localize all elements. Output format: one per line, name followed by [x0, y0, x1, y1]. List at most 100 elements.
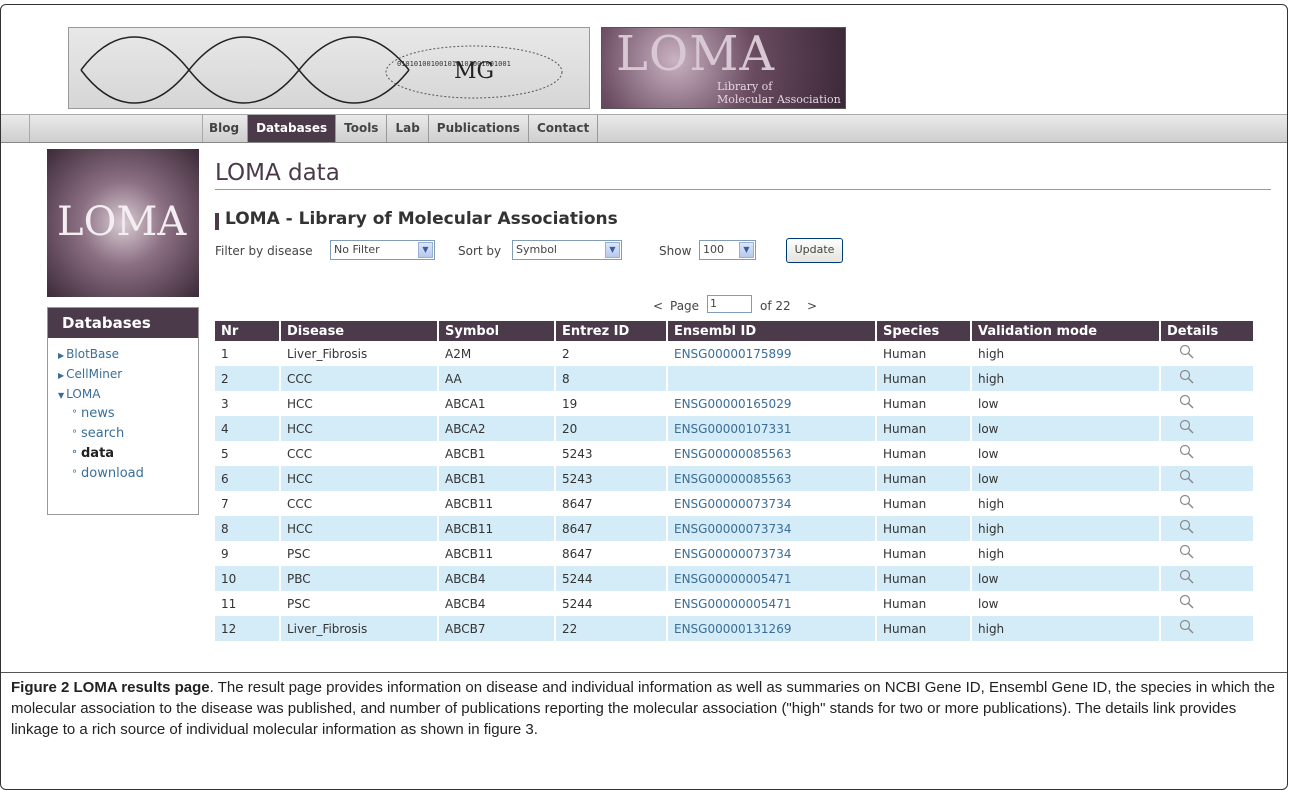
cell-disease: HCC [280, 416, 439, 441]
pager-prev-link[interactable]: < [653, 299, 663, 313]
sidebar-subitem-label: download [81, 466, 144, 481]
sidebar-subitem-download[interactable]: ° download [72, 464, 198, 484]
bullet-icon: ° [72, 429, 77, 440]
cell-nr: 6 [215, 466, 281, 491]
sidebar-item-label: LOMA [66, 387, 101, 401]
chevron-down-icon: ▼ [605, 242, 620, 258]
cell-ensembl-id[interactable]: ENSG00000005471 [667, 566, 877, 591]
caption-label: Figure 2 LOMA results page [11, 679, 210, 696]
cell-ensembl-id[interactable]: ENSG00000073734 [667, 541, 877, 566]
cell-species: Human [876, 341, 972, 366]
cell-ensembl-id[interactable]: ENSG00000165029 [667, 391, 877, 416]
cell-nr: 7 [215, 491, 281, 516]
nav-tab-contact[interactable]: Contact [529, 115, 599, 142]
sidebar-item-cellminer[interactable]: ▶ CellMiner [58, 366, 198, 384]
cell-symbol: ABCA1 [438, 391, 556, 416]
magnifier-icon[interactable] [1179, 519, 1195, 535]
cell-species: Human [876, 466, 972, 491]
cell-details [1160, 466, 1255, 491]
cell-ensembl-id[interactable]: ENSG00000107331 [667, 416, 877, 441]
nav-tab-lab[interactable]: Lab [387, 115, 429, 142]
table-row: 1 Liver_Fibrosis A2M 2 ENSG00000175899 Human h… [215, 341, 1255, 366]
filter-disease-select[interactable]: No Filter ▼ [330, 240, 435, 260]
cell-nr: 9 [215, 541, 281, 566]
results-table: Nr Disease Symbol Entrez ID Ensembl ID S… [215, 321, 1255, 641]
cell-symbol: ABCB11 [438, 516, 556, 541]
cell-validation-mode: high [971, 516, 1161, 541]
nav-tab-tools[interactable]: Tools [336, 115, 388, 142]
magnifier-icon[interactable] [1179, 569, 1195, 585]
sidebar-loma-logo: LOMA [47, 149, 199, 297]
column-header-symbol[interactable]: Symbol [438, 321, 556, 341]
cell-symbol: ABCB11 [438, 541, 556, 566]
sidebar-logo-text: LOMA [57, 199, 187, 245]
cell-ensembl-id[interactable]: ENSG00000085563 [667, 466, 877, 491]
magnifier-icon[interactable] [1179, 419, 1195, 435]
show-count-select[interactable]: 100 ▼ [699, 240, 756, 260]
cell-ensembl-id[interactable]: ENSG00000073734 [667, 516, 877, 541]
sidebar-item-label: CellMiner [66, 367, 123, 381]
column-header-disease[interactable]: Disease [280, 321, 439, 341]
table-row: 6 HCC ABCB1 5243 ENSG00000085563 Human low [215, 466, 1255, 491]
nav-tab-publications[interactable]: Publications [429, 115, 529, 142]
pager-page-input[interactable]: 1 [707, 295, 752, 313]
table-row: 9 PSC ABCB11 8647 ENSG00000073734 Human high [215, 541, 1255, 566]
column-header-details: Details [1160, 321, 1255, 341]
bullet-icon: ° [72, 409, 77, 420]
nav-tab-databases[interactable]: Databases [248, 115, 337, 142]
subtitle-accent-bar [215, 213, 219, 230]
cell-ensembl-id[interactable]: ENSG00000175899 [667, 341, 877, 366]
cell-entrez-id: 5243 [555, 466, 668, 491]
magnifier-icon[interactable] [1179, 369, 1195, 385]
cell-details [1160, 541, 1255, 566]
column-header-nr[interactable]: Nr [215, 321, 281, 341]
cell-species: Human [876, 591, 972, 616]
update-button[interactable]: Update [786, 238, 843, 263]
magnifier-icon[interactable] [1179, 344, 1195, 360]
cell-entrez-id: 5243 [555, 441, 668, 466]
mg-dna-logo[interactable]: 010101001001010101001001001 MG [68, 27, 590, 109]
cell-validation-mode: low [971, 391, 1161, 416]
table-row: 10 PBC ABCB4 5244 ENSG00000005471 Human low [215, 566, 1255, 591]
cell-ensembl-id[interactable]: ENSG00000085563 [667, 441, 877, 466]
pager-next-link[interactable]: > [807, 299, 817, 313]
magnifier-icon[interactable] [1179, 619, 1195, 635]
table-header-row: Nr Disease Symbol Entrez ID Ensembl ID S… [215, 321, 1255, 341]
cell-ensembl-id[interactable]: ENSG00000131269 [667, 616, 877, 641]
sort-by-select[interactable]: Symbol ▼ [512, 240, 622, 260]
magnifier-icon[interactable] [1179, 394, 1195, 410]
sidebar-subitem-search[interactable]: ° search [72, 424, 198, 444]
cell-species: Human [876, 541, 972, 566]
magnifier-icon[interactable] [1179, 594, 1195, 610]
column-header-ensembl-id[interactable]: Ensembl ID [667, 321, 877, 341]
column-header-species[interactable]: Species [876, 321, 972, 341]
sidebar-item-blotbase[interactable]: ▶ BlotBase [58, 346, 198, 364]
cell-entrez-id: 5244 [555, 566, 668, 591]
nav-tab-blog[interactable]: Blog [201, 115, 249, 142]
magnifier-icon[interactable] [1179, 544, 1195, 560]
magnifier-icon[interactable] [1179, 494, 1195, 510]
sidebar-item-loma[interactable]: ▼ LOMA [58, 386, 198, 404]
magnifier-icon[interactable] [1179, 469, 1195, 485]
cell-nr: 12 [215, 616, 281, 641]
cell-species: Human [876, 616, 972, 641]
cell-validation-mode: low [971, 591, 1161, 616]
table-row: 3 HCC ABCA1 19 ENSG00000165029 Human low [215, 391, 1255, 416]
title-divider [215, 189, 1271, 190]
cell-nr: 8 [215, 516, 281, 541]
magnifier-icon[interactable] [1179, 444, 1195, 460]
cell-disease: CCC [280, 491, 439, 516]
filter-disease-label: Filter by disease [215, 244, 313, 258]
cell-validation-mode: high [971, 341, 1161, 366]
column-header-entrez-id[interactable]: Entrez ID [555, 321, 668, 341]
sidebar-subitem-data[interactable]: ° data [72, 444, 198, 464]
cell-ensembl-id[interactable]: ENSG00000073734 [667, 491, 877, 516]
loma-banner-logo[interactable]: LOMA Library of Molecular Association [601, 27, 846, 109]
cell-entrez-id: 8 [555, 366, 668, 391]
cell-species: Human [876, 391, 972, 416]
sidebar-subitem-news[interactable]: ° news [72, 404, 198, 424]
column-header-validation-mode[interactable]: Validation mode [971, 321, 1161, 341]
cell-ensembl-id[interactable]: ENSG00000005471 [667, 591, 877, 616]
cell-ensembl-id[interactable] [667, 366, 877, 391]
cell-details [1160, 416, 1255, 441]
